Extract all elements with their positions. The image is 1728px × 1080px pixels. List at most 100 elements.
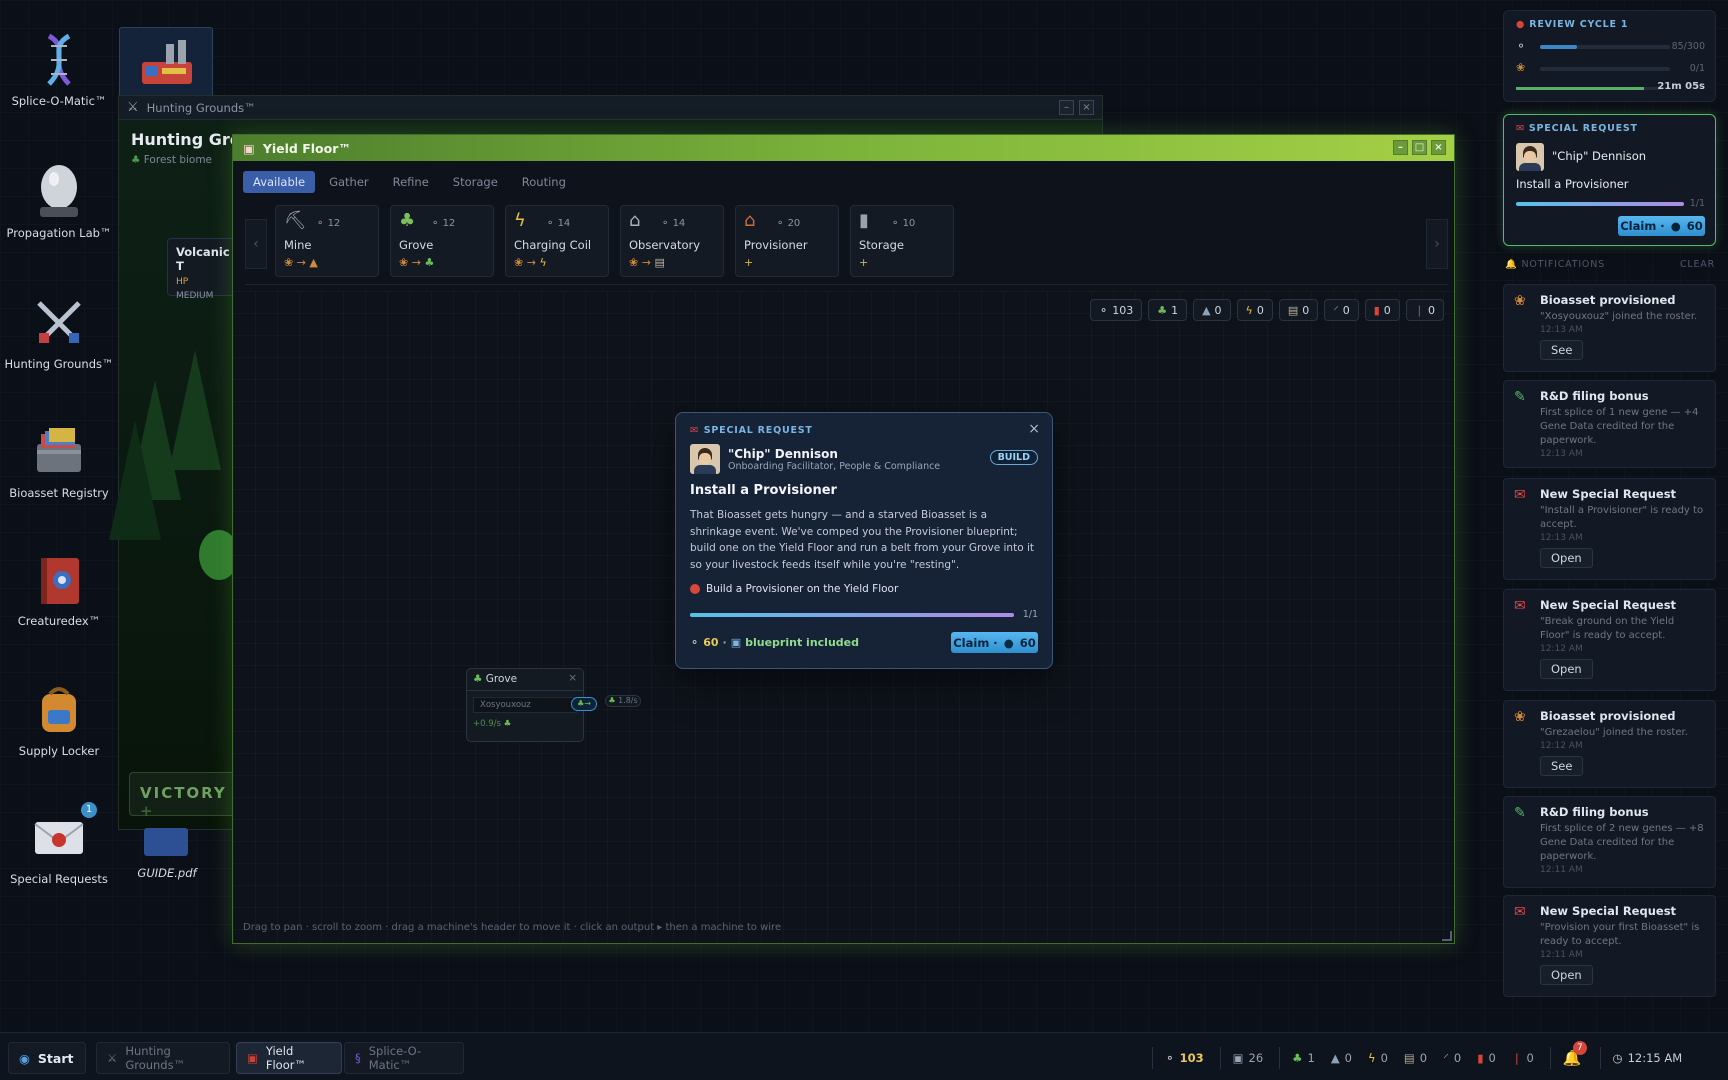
resize-handle[interactable] <box>1442 931 1452 941</box>
tool-icon: ⸍ <box>1443 1050 1449 1065</box>
ore-icon: ▲ <box>1202 303 1211 317</box>
requester-name: "Chip" Dennison <box>1552 149 1647 163</box>
paw-icon: ❀ <box>1514 293 1526 309</box>
node-input-slot[interactable]: Xosyouxouz <box>473 697 577 713</box>
maximize-button[interactable]: □ <box>1412 140 1427 155</box>
tab-available[interactable]: Available <box>243 171 316 193</box>
notification-see-button[interactable]: See <box>1540 340 1584 360</box>
envelope-icon: ✉ <box>1514 487 1526 503</box>
notification-desc: First splice of 1 new gene — +4 Gene Dat… <box>1540 407 1699 446</box>
close-button[interactable]: × <box>1079 100 1094 115</box>
desktop-icon-propagation-lab[interactable]: Propagation Lab™ <box>3 162 115 240</box>
palette-prev-button[interactable]: ‹ <box>245 219 267 269</box>
notification-open-button[interactable]: Open <box>1540 548 1593 568</box>
credits-icon: ● <box>1003 635 1014 650</box>
pencil-icon: ✎ <box>1514 805 1526 821</box>
machine-name: Grove <box>399 238 434 252</box>
desktop-icon-hunting-grounds[interactable]: Hunting Grounds™ <box>3 293 115 371</box>
close-button[interactable]: × <box>1431 140 1446 155</box>
storage-icon: ▮ <box>859 210 869 231</box>
notification-item[interactable]: ❀ Bioasset provisioned "Xosyouxouz" joined… <box>1503 284 1716 372</box>
close-button[interactable]: × <box>1028 421 1040 437</box>
notification-desc: "Xosyouxouz" joined the roster. <box>1540 311 1698 322</box>
taskbar: ◉ Start ⚔ Hunting Grounds™ ▣ Yield Floor™ §… <box>0 1032 1728 1080</box>
credits-icon: ⚬ <box>1516 39 1527 53</box>
notification-see-button[interactable]: See <box>1540 756 1584 776</box>
claim-button[interactable]: Claim · ● 60 <box>951 632 1038 653</box>
palette-tabs: Available Gather Refine Storage Routing <box>243 171 576 193</box>
tray-tools: ⸍ 0 <box>1443 1050 1462 1066</box>
credits-icon: ⚬ <box>1165 1051 1175 1065</box>
notification-item[interactable]: ✎ R&D filing bonus First splice of 2 new g… <box>1503 796 1716 888</box>
palette-next-button[interactable]: › <box>1426 219 1448 269</box>
tab-refine[interactable]: Refine <box>383 171 439 193</box>
notification-item[interactable]: ✉ New Special Request "Provision your firs… <box>1503 895 1716 997</box>
close-icon[interactable]: × <box>568 672 577 684</box>
tab-gather[interactable]: Gather <box>319 171 379 193</box>
request-type-badge: BUILD <box>989 450 1038 465</box>
clear-notifications-button[interactable]: CLEAR <box>1680 259 1715 270</box>
yield-floor-titlebar[interactable]: ▣ Yield Floor™ – □ × <box>233 135 1454 161</box>
machine-card-mine[interactable]: ⛏ ⚬ 12 Mine ❀ → ▲ <box>275 205 379 277</box>
machine-card-charging-coil[interactable]: ϟ ⚬ 14 Charging Coil ❀ → ϟ <box>505 205 609 277</box>
notification-item[interactable]: ✎ R&D filing bonus First splice of 1 new g… <box>1503 380 1716 468</box>
hunting-grounds-titlebar[interactable]: ⚔ Hunting Grounds™ – × <box>119 96 1102 120</box>
belt-rate-label: ♣ 1.8/s <box>605 695 641 707</box>
factory-icon: ▣ <box>243 140 255 156</box>
tab-routing[interactable]: Routing <box>512 171 576 193</box>
taskbar-window-yield[interactable]: ▣ Yield Floor™ <box>236 1042 342 1074</box>
tray-food: ♣ 1 <box>1292 1051 1315 1065</box>
difficulty-label: MEDIUM <box>176 291 214 301</box>
request-progress-text: 1/1 <box>1689 198 1705 209</box>
special-requests-badge: 1 <box>81 802 97 818</box>
minimize-button[interactable]: – <box>1393 140 1408 155</box>
machine-card-observatory[interactable]: ⌂ ⚬ 14 Observatory ❀ → ▤ <box>620 205 724 277</box>
tray-vial: ❘ 0 <box>1511 1051 1534 1065</box>
dialog-title: Install a Provisioner <box>690 483 837 498</box>
notification-item[interactable]: ✉ New Special Request "Install a Provision… <box>1503 478 1716 580</box>
notification-item[interactable]: ❀ Bioasset provisioned "Grezaelou" joined … <box>1503 700 1716 788</box>
output-port[interactable]: ♣→ <box>571 697 597 711</box>
machine-card-storage[interactable]: ▮ ⚬ 10 Storage + <box>850 205 954 277</box>
canvas-hint: Drag to pan · scroll to zoom · drag a ma… <box>243 922 782 933</box>
objective: Build a Provisioner on the Yield Floor <box>690 583 1038 595</box>
start-button[interactable]: ◉ Start <box>8 1042 86 1074</box>
node-header[interactable]: ♣ Grove × <box>467 669 583 691</box>
grove-machine-node[interactable]: ♣ Grove × Xosyouxouz +0.9/s ♣ ♣→ <box>466 668 597 742</box>
disk-icon: ▣ <box>1232 1051 1244 1065</box>
notification-item[interactable]: ✉ New Special Request "Break ground on the… <box>1503 589 1716 691</box>
taskbar-window-hunting[interactable]: ⚔ Hunting Grounds™ <box>96 1042 230 1074</box>
hp-label: HP <box>176 277 189 287</box>
clock-icon: ◷ <box>1612 1051 1623 1065</box>
desktop-icon-special-requests[interactable]: 1 Special Requests <box>3 802 115 886</box>
machine-card-grove[interactable]: ♣ ⚬ 12 Grove ❀ → ♣ <box>390 205 494 277</box>
taskbar-window-splice[interactable]: § Splice-O-Matic™ <box>344 1042 464 1074</box>
paw-icon: ❀ → ϟ <box>514 256 547 269</box>
notification-bell-button[interactable]: 🔔 7 <box>1563 1041 1587 1067</box>
machine-name: Charging Coil <box>514 238 592 252</box>
resource-credits: ⚬ 103 <box>1089 299 1143 321</box>
machine-card-provisioner[interactable]: ⌂ ⚬ 20 Provisioner + <box>735 205 839 277</box>
special-request-card[interactable]: ✉ SPECIAL REQUEST "Chip" Dennison Instal… <box>1503 114 1716 246</box>
review-progress-fill <box>1540 45 1577 49</box>
node-rate: +0.9/s ♣ <box>473 719 512 729</box>
requester: "Chip" Dennison Onboarding Facilitator, … <box>690 444 1038 474</box>
paw-icon: ❀ <box>1516 61 1526 74</box>
dialog-body: That Bioasset gets hungry — and a starve… <box>690 509 1035 571</box>
tree-decoration <box>109 420 161 540</box>
notification-open-button[interactable]: Open <box>1540 965 1593 985</box>
claim-button[interactable]: Claim · ● 60 <box>1618 216 1705 236</box>
desktop-icon-bioasset-registry[interactable]: Bioasset Registry <box>3 422 115 500</box>
minimize-button[interactable]: – <box>1059 100 1074 115</box>
desktop-icon-supply-locker[interactable]: Supply Locker <box>3 680 115 758</box>
leaf-icon: ♣ <box>1157 303 1168 317</box>
review-progress-bar <box>1540 45 1670 49</box>
desktop-icon-creaturedex[interactable]: Creaturedex™ <box>3 550 115 628</box>
enemy-card[interactable]: Volcanic T HP MEDIUM <box>167 238 237 301</box>
tab-storage[interactable]: Storage <box>443 171 508 193</box>
enemy-name: Volcanic T <box>176 245 230 273</box>
notification-open-button[interactable]: Open <box>1540 659 1593 679</box>
desktop-icon-splice-o-matic[interactable]: Splice-O-Matic™ <box>3 30 115 108</box>
machine-name: Observatory <box>629 238 701 252</box>
desktop-icon-yield-floor[interactable] <box>119 27 213 99</box>
